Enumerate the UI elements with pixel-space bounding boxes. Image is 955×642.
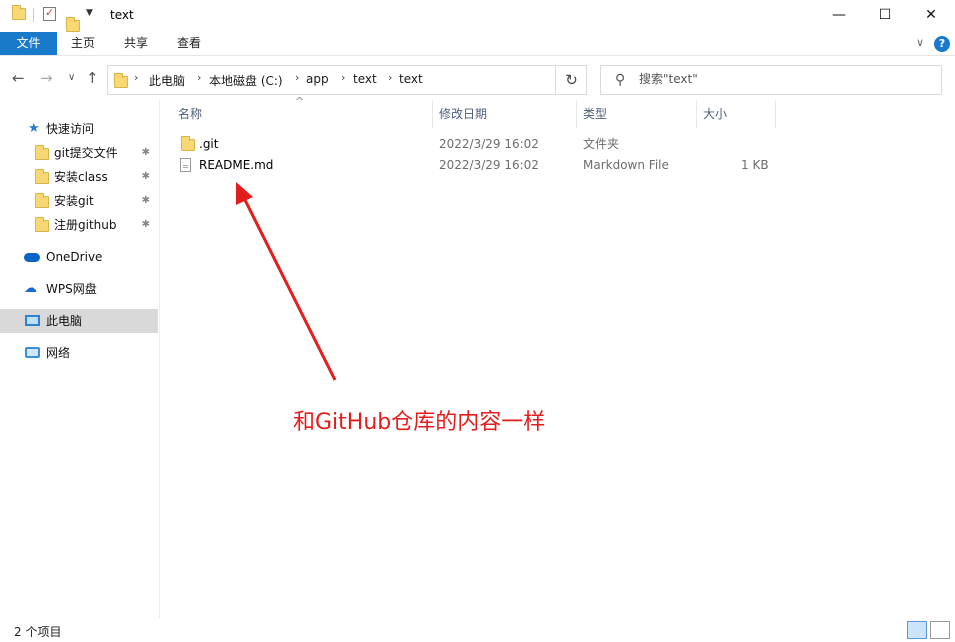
sidebar-item-label: 安装class [54, 170, 108, 184]
sidebar-item-label: 网络 [46, 346, 71, 360]
breadcrumb-this-pc[interactable]: 此电脑 [149, 72, 185, 89]
tab-share[interactable]: 共享 [109, 32, 163, 55]
chevron-right-icon[interactable]: › [197, 71, 201, 84]
file-name: .git [199, 137, 219, 151]
sidebar-item-label: 此电脑 [46, 314, 83, 328]
table-row[interactable]: .git 2022/3/29 16:02 文件夹 [161, 134, 781, 155]
navigation-pane: ★ 快速访问 git提交文件 ✱ 安装class ✱ 安装git ✱ 注册git… [0, 100, 160, 618]
tab-file[interactable]: 文件 [0, 32, 57, 55]
close-button[interactable]: ✕ [908, 0, 954, 30]
file-list: ^ 名称 修改日期 类型 大小 .git 2022/3/29 16:02 文件夹… [161, 95, 955, 618]
chevron-right-icon[interactable]: › [134, 71, 138, 84]
ribbon-tabs: 文件 主页 共享 查看 ∨ ? [0, 32, 955, 56]
sidebar-item-onedrive[interactable]: OneDrive [0, 245, 158, 269]
item-count: 2 个项目 [14, 625, 62, 639]
recent-locations-icon[interactable]: ∨ [68, 72, 75, 83]
folder-icon [35, 169, 49, 184]
tab-home[interactable]: 主页 [57, 32, 109, 55]
file-type: Markdown File [583, 158, 669, 172]
folder-icon [35, 217, 49, 232]
breadcrumb-text-current[interactable]: text [399, 72, 423, 86]
sidebar-item-label: 安装git [54, 194, 94, 208]
search-box[interactable]: ⚲ [600, 65, 942, 95]
separator [33, 8, 34, 22]
help-icon[interactable]: ? [934, 36, 950, 52]
properties-icon[interactable] [43, 6, 56, 21]
sidebar-item-pinned[interactable]: 安装class ✱ [0, 165, 158, 189]
pin-icon: ✱ [141, 195, 150, 206]
sidebar-item-this-pc[interactable]: 此电脑 [0, 309, 158, 333]
network-icon [25, 347, 40, 358]
file-name: README.md [199, 158, 274, 172]
navigation-bar: ← → ∨ ↑ › 此电脑 › 本地磁盘 (C:) › app › text ›… [0, 57, 955, 99]
folder-icon [114, 73, 128, 88]
chevron-right-icon[interactable]: › [341, 71, 345, 84]
forward-arrow-icon[interactable]: → [40, 69, 53, 87]
refresh-icon[interactable]: ↻ [557, 65, 587, 95]
expand-ribbon-icon[interactable]: ∨ [916, 36, 924, 49]
breadcrumb-local-disk[interactable]: 本地磁盘 (C:) [209, 72, 283, 89]
address-bar[interactable]: › 此电脑 › 本地磁盘 (C:) › app › text › text ∨ [107, 65, 646, 95]
sidebar-item-wps[interactable]: ☁ WPS网盘 [0, 277, 158, 301]
large-icons-view-icon[interactable] [930, 621, 950, 639]
breadcrumb-app[interactable]: app [306, 72, 329, 86]
title-bar: ▼ text — ☐ ✕ [0, 0, 955, 32]
star-icon: ★ [28, 121, 40, 136]
search-icon: ⚲ [615, 72, 626, 88]
file-icon [180, 158, 191, 172]
breadcrumb-text[interactable]: text [353, 72, 377, 86]
sidebar-item-label: WPS网盘 [46, 282, 97, 296]
new-folder-icon[interactable] [66, 17, 80, 32]
pin-icon: ✱ [141, 147, 150, 158]
details-view-icon[interactable] [907, 621, 927, 639]
file-size: 1 KB [741, 158, 769, 172]
folder-icon [35, 193, 49, 208]
up-arrow-icon[interactable]: ↑ [86, 69, 99, 87]
chevron-right-icon[interactable]: › [388, 71, 392, 84]
folder-icon [181, 136, 195, 151]
sidebar-item-pinned[interactable]: git提交文件 ✱ [0, 141, 158, 165]
tab-view[interactable]: 查看 [163, 32, 215, 55]
folder-icon [35, 145, 49, 160]
maximize-button[interactable]: ☐ [862, 0, 908, 30]
column-type[interactable]: 类型 [566, 100, 697, 128]
folder-icon[interactable] [12, 5, 26, 20]
computer-icon [25, 315, 40, 326]
column-name[interactable]: 名称 [161, 100, 433, 128]
quick-access-dropdown-icon[interactable]: ▼ [86, 8, 93, 18]
window-title: text [110, 8, 134, 22]
pin-icon: ✱ [141, 219, 150, 230]
sidebar-item-network[interactable]: 网络 [0, 341, 158, 365]
cloud-icon [24, 253, 40, 262]
sidebar-item-quick-access[interactable]: ★ 快速访问 [0, 117, 158, 141]
wps-cloud-icon: ☁ [24, 281, 37, 296]
column-size[interactable]: 大小 [686, 100, 776, 128]
file-date: 2022/3/29 16:02 [439, 137, 539, 151]
sidebar-item-pinned[interactable]: 注册github ✱ [0, 213, 158, 237]
sidebar-item-label: OneDrive [46, 250, 103, 264]
search-input[interactable] [639, 72, 929, 86]
minimize-button[interactable]: — [816, 0, 862, 30]
chevron-right-icon[interactable]: › [295, 71, 299, 84]
status-bar: 2 个项目 [0, 618, 955, 642]
sidebar-item-label: git提交文件 [54, 146, 118, 160]
column-date[interactable]: 修改日期 [422, 100, 577, 128]
file-date: 2022/3/29 16:02 [439, 158, 539, 172]
annotation-text: 和GitHub仓库的内容一样 [293, 410, 546, 435]
sidebar-item-pinned[interactable]: 安装git ✱ [0, 189, 158, 213]
sidebar-item-label: 注册github [54, 218, 117, 232]
back-arrow-icon[interactable]: ← [12, 69, 25, 87]
sidebar-item-label: 快速访问 [46, 122, 95, 136]
file-type: 文件夹 [583, 137, 620, 151]
pin-icon: ✱ [141, 171, 150, 182]
table-row[interactable]: README.md 2022/3/29 16:02 Markdown File … [161, 155, 781, 176]
